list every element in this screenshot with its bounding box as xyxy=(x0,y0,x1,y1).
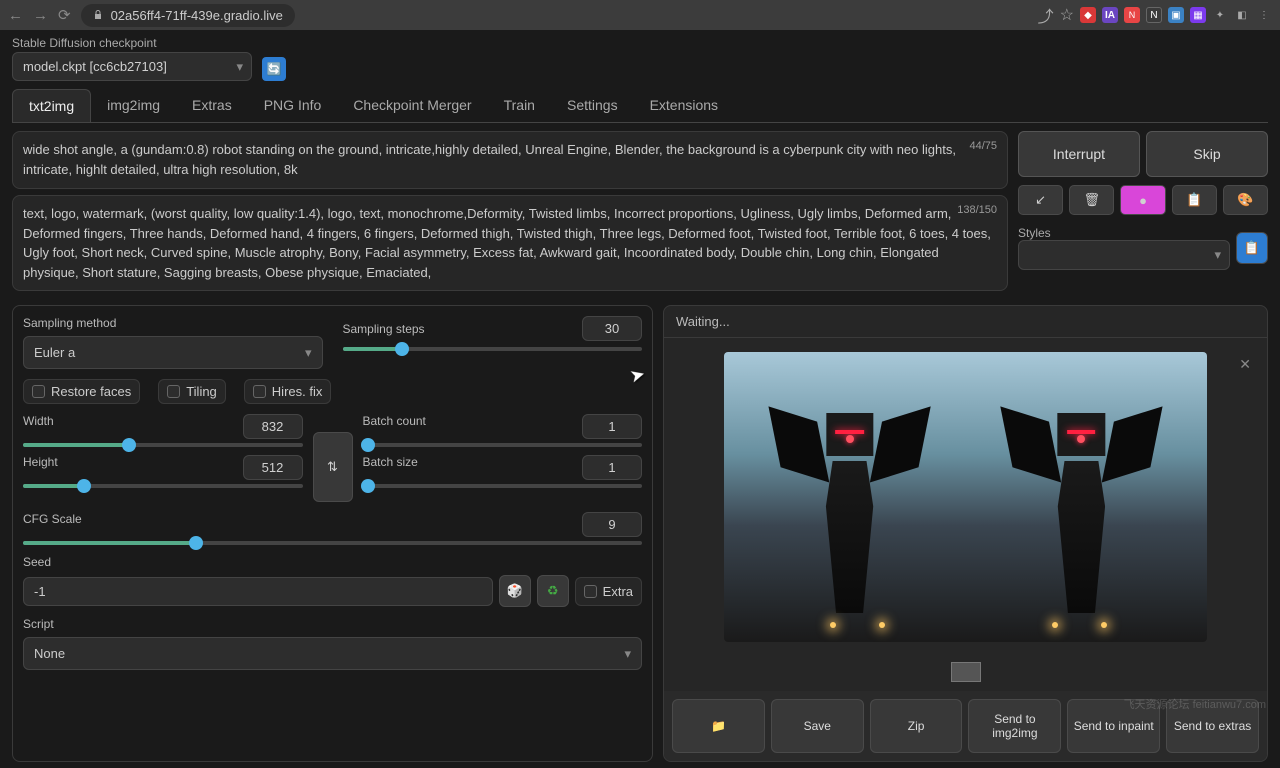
negative-prompt-input[interactable]: 138/150 text, logo, watermark, (worst qu… xyxy=(12,195,1008,291)
tab-img2img[interactable]: img2img xyxy=(91,89,176,122)
sampling-method-label: Sampling method xyxy=(23,316,323,330)
tool-palette-icon[interactable]: 🎨 xyxy=(1223,185,1268,215)
apply-style-button[interactable]: 📋 xyxy=(1236,232,1268,264)
menu-icon[interactable]: ⋮ xyxy=(1256,7,1272,23)
output-panel: Waiting... ✕ xyxy=(663,305,1268,762)
ext-icon-n2[interactable]: N xyxy=(1146,7,1162,23)
tiling-checkbox[interactable]: Tiling xyxy=(158,379,226,404)
tool-trash-icon[interactable]: 🗑 xyxy=(1069,185,1114,215)
tab-settings[interactable]: Settings xyxy=(551,89,634,122)
interrupt-button[interactable]: Interrupt xyxy=(1018,131,1140,177)
tool-style-icon[interactable]: ● xyxy=(1120,185,1165,215)
hires-fix-checkbox[interactable]: Hires. fix xyxy=(244,379,332,404)
checkpoint-select[interactable]: model.ckpt [cc6cb27103] xyxy=(12,52,252,81)
zip-button[interactable]: Zip xyxy=(870,699,963,753)
seed-reuse-button[interactable]: ♻ xyxy=(537,575,569,607)
ext-icon-purple[interactable]: ▦ xyxy=(1190,7,1206,23)
tab-txt2img[interactable]: txt2img xyxy=(12,89,91,122)
url-text: 02a56ff4-71ff-439e.gradio.live xyxy=(111,8,283,23)
width-label: Width xyxy=(23,414,54,439)
styles-select[interactable] xyxy=(1018,240,1230,270)
main-tabs: txt2img img2img Extras PNG Info Checkpoi… xyxy=(12,89,1268,123)
prompt-token-count: 44/75 xyxy=(969,138,997,155)
seed-label: Seed xyxy=(23,555,642,569)
batch-count-slider[interactable] xyxy=(363,443,643,447)
sampling-steps-label: Sampling steps xyxy=(343,322,425,336)
tab-extras[interactable]: Extras xyxy=(176,89,248,122)
height-value[interactable]: 512 xyxy=(243,455,303,480)
output-status: Waiting... xyxy=(664,306,1267,338)
styles-label: Styles xyxy=(1018,226,1051,240)
tool-clipboard-icon[interactable]: 📋 xyxy=(1172,185,1217,215)
batch-size-label: Batch size xyxy=(363,455,418,480)
output-thumbnail[interactable] xyxy=(951,662,981,682)
browser-chrome: ← → ⟳ 02a56ff4-71ff-439e.gradio.live ⤴ ☆… xyxy=(0,0,1280,30)
batch-size-value[interactable]: 1 xyxy=(582,455,642,480)
browser-extensions: ⤴ ☆ ◆ IA N N ▣ ▦ ✦ ◧ ⋮ xyxy=(1038,3,1272,27)
sampling-steps-value[interactable]: 30 xyxy=(582,316,642,341)
swap-dimensions-button[interactable]: ⇅ xyxy=(313,432,353,502)
cfg-scale-label: CFG Scale xyxy=(23,512,82,537)
tab-checkpoint-merger[interactable]: Checkpoint Merger xyxy=(337,89,487,122)
forward-button[interactable]: → xyxy=(33,7,48,24)
ext-icon-blue[interactable]: ▣ xyxy=(1168,7,1184,23)
share-icon[interactable]: ⤴ xyxy=(1038,3,1054,27)
bookmark-star-icon[interactable]: ☆ xyxy=(1060,5,1074,25)
neg-prompt-token-count: 138/150 xyxy=(957,202,997,219)
tab-extensions[interactable]: Extensions xyxy=(634,89,734,122)
tool-arrow-icon[interactable]: ↙ xyxy=(1018,185,1063,215)
reload-button[interactable]: ⟳ xyxy=(58,6,71,24)
sampling-method-select[interactable]: Euler a xyxy=(23,336,323,369)
height-slider[interactable] xyxy=(23,484,303,488)
script-label: Script xyxy=(23,617,642,631)
seed-input[interactable]: -1 xyxy=(23,577,493,606)
checkpoint-label: Stable Diffusion checkpoint xyxy=(12,36,252,50)
ext-icon-1[interactable]: ◆ xyxy=(1080,7,1096,23)
batch-count-value[interactable]: 1 xyxy=(582,414,642,439)
output-image[interactable] xyxy=(724,352,1207,642)
seed-extra-checkbox[interactable]: Extra xyxy=(575,577,642,606)
refresh-checkpoint-button[interactable]: 🔄 xyxy=(262,57,286,81)
cfg-scale-slider[interactable] xyxy=(23,541,642,545)
width-slider[interactable] xyxy=(23,443,303,447)
save-button[interactable]: Save xyxy=(771,699,864,753)
close-output-button[interactable]: ✕ xyxy=(1239,356,1251,373)
sampling-steps-slider[interactable] xyxy=(343,347,643,351)
puzzle-icon[interactable]: ✦ xyxy=(1212,7,1228,23)
open-folder-button[interactable]: 📁 xyxy=(672,699,765,753)
ext-icon-ia[interactable]: IA xyxy=(1102,7,1118,23)
width-value[interactable]: 832 xyxy=(243,414,303,439)
tab-png-info[interactable]: PNG Info xyxy=(248,89,338,122)
watermark-text: 飞天资源论坛 feitianwu7.com xyxy=(1124,696,1266,712)
skip-button[interactable]: Skip xyxy=(1146,131,1268,177)
restore-faces-checkbox[interactable]: Restore faces xyxy=(23,379,140,404)
prompt-input[interactable]: 44/75 wide shot angle, a (gundam:0.8) ro… xyxy=(12,131,1008,189)
seed-random-button[interactable]: 🎲 xyxy=(499,575,531,607)
ext-icon-n1[interactable]: N xyxy=(1124,7,1140,23)
batch-count-label: Batch count xyxy=(363,414,426,439)
height-label: Height xyxy=(23,455,58,480)
url-bar[interactable]: 02a56ff4-71ff-439e.gradio.live xyxy=(81,4,295,27)
send-to-img2img-button[interactable]: Send to img2img xyxy=(968,699,1061,753)
panel-icon[interactable]: ◧ xyxy=(1234,7,1250,23)
lock-icon xyxy=(93,10,103,20)
script-select[interactable]: None xyxy=(23,637,642,670)
batch-size-slider[interactable] xyxy=(363,484,643,488)
back-button[interactable]: ← xyxy=(8,7,23,24)
tab-train[interactable]: Train xyxy=(488,89,551,122)
cfg-scale-value[interactable]: 9 xyxy=(582,512,642,537)
